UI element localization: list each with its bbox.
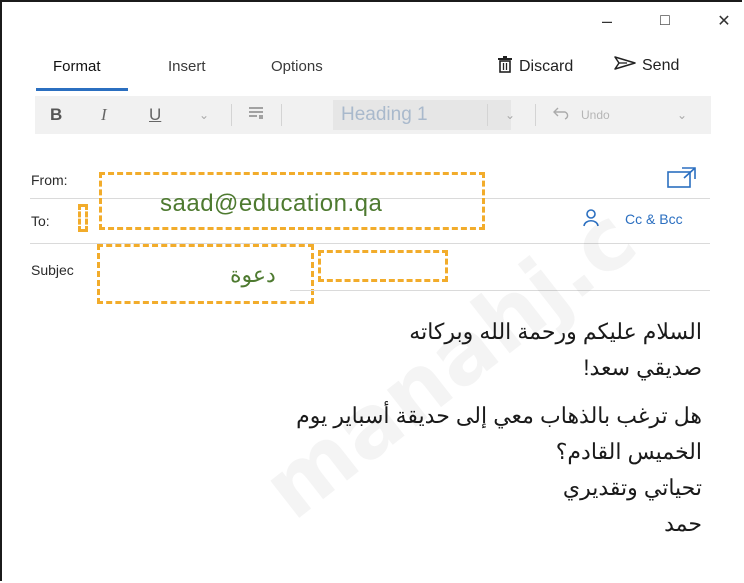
- tab-options[interactable]: Options: [271, 58, 323, 75]
- subject-label: Subjec: [31, 262, 74, 278]
- paragraph-format-button[interactable]: [248, 96, 264, 134]
- close-button[interactable]: ✕: [710, 8, 738, 34]
- style-dropdown[interactable]: ⌄: [505, 96, 515, 134]
- send-icon: [614, 56, 636, 75]
- undo-label: Undo: [581, 108, 610, 122]
- chevron-down-icon: ⌄: [199, 108, 210, 122]
- subject-highlight-box: [97, 244, 314, 304]
- maximize-icon: □: [660, 12, 670, 29]
- tab-insert[interactable]: Insert: [168, 58, 206, 75]
- bold-button[interactable]: B: [50, 96, 62, 134]
- discard-button[interactable]: Discard: [497, 56, 573, 78]
- subject-extension-box: [318, 250, 448, 282]
- maximize-button[interactable]: □: [651, 8, 679, 34]
- tab-format[interactable]: Format: [53, 58, 101, 75]
- minimize-button[interactable]: –: [593, 8, 621, 34]
- italic-button[interactable]: I: [101, 96, 107, 134]
- close-icon: ✕: [717, 13, 731, 30]
- style-select[interactable]: Heading 1: [333, 100, 511, 130]
- toolbar-divider: [281, 104, 282, 126]
- chevron-down-icon: ⌄: [505, 108, 516, 122]
- send-label: Send: [642, 56, 680, 74]
- paragraph-icon: [248, 105, 264, 125]
- undo-button[interactable]: Undo: [553, 96, 610, 134]
- undo-icon: [553, 105, 571, 125]
- toolbar-divider: [487, 104, 488, 126]
- message-line: تحياتي وتقديري: [562, 475, 702, 500]
- to-highlight-marker: [78, 204, 88, 232]
- from-label: From:: [31, 172, 68, 188]
- popout-button[interactable]: [667, 166, 697, 193]
- text-format-dropdown[interactable]: ⌄: [199, 96, 209, 134]
- toolbar-divider: [535, 104, 536, 126]
- from-field[interactable]: saad@education.qa: [160, 190, 382, 218]
- cc-bcc-button[interactable]: Cc & Bcc: [625, 211, 683, 227]
- subject-field[interactable]: دعوة: [230, 262, 276, 288]
- discard-label: Discard: [519, 58, 574, 75]
- minimize-icon: –: [601, 10, 612, 31]
- popout-icon: [667, 167, 697, 192]
- undo-dropdown[interactable]: ⌄: [677, 96, 687, 134]
- trash-icon: [497, 56, 513, 78]
- send-button[interactable]: Send: [614, 56, 679, 75]
- to-label: To:: [31, 213, 50, 229]
- tab-format-indicator: [36, 88, 128, 91]
- underline-button[interactable]: U: [149, 96, 161, 134]
- formatting-toolbar: B I U ⌄ Heading 1 ⌄ Undo ⌄: [35, 96, 711, 134]
- message-line: حمد: [664, 511, 702, 536]
- chevron-down-icon: ⌄: [677, 108, 688, 122]
- toolbar-divider: [231, 104, 232, 126]
